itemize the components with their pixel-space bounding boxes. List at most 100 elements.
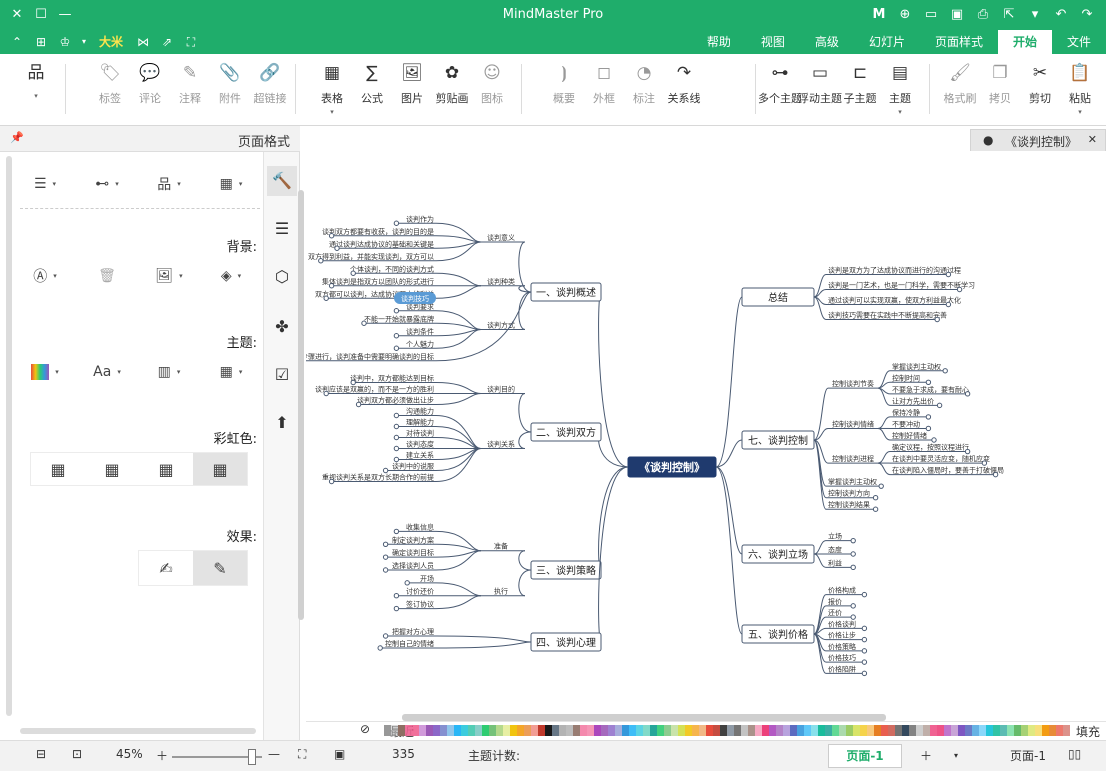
leaf-item[interactable]: 在谈判陷入僵局时，要善于打破僵局 [892,466,1004,475]
color-swatch[interactable] [594,725,601,736]
color-swatch[interactable] [671,725,678,736]
color-swatch[interactable] [1014,725,1021,736]
color-swatch[interactable] [468,725,475,736]
user-menu-caret-icon[interactable]: ▾ [80,32,88,52]
page-format-tab-icon[interactable]: 🔨 [267,166,297,196]
add-icon[interactable]: ⊕ [894,5,916,25]
color-swatch[interactable] [573,725,580,736]
leaf-item[interactable]: 确定谈判目标 [392,548,434,557]
color-swatch[interactable] [958,725,965,736]
pin-icon[interactable]: 📌 [10,131,24,144]
color-swatch[interactable] [629,725,636,736]
dropdown-icon[interactable]: ▾ [1024,5,1046,25]
color-swatch[interactable] [1007,725,1014,736]
connector-style-dropdown[interactable]: ⊷ ▾ [79,174,135,194]
color-swatch[interactable] [937,725,944,736]
color-swatch[interactable] [734,725,741,736]
color-swatch[interactable] [1028,725,1035,736]
color-swatch[interactable] [811,725,818,736]
color-swatch[interactable] [587,725,594,736]
theme-icon[interactable]: ♔ [56,32,74,52]
subtopic-node[interactable]: 执行 [494,587,508,596]
theme-color-dropdown[interactable]: ▾ [17,362,73,382]
leaf-item[interactable]: 谈判作为 [406,214,434,223]
tab-advanced[interactable]: 高级 [800,30,854,54]
color-swatch[interactable] [475,725,482,736]
color-swatch[interactable] [720,725,727,736]
fit-window-icon[interactable]: ⊡ [72,747,82,761]
canvas-vertical-scrollbar[interactable] [298,190,304,620]
color-swatch[interactable] [433,725,440,736]
color-swatch[interactable] [1056,725,1063,736]
tab-help[interactable]: 帮助 [692,30,746,54]
subtopic-node[interactable]: 控制谈判节奏 [832,379,874,388]
no-color-icon[interactable]: ⊘ [360,722,370,736]
color-swatch[interactable] [482,725,489,736]
tab-file[interactable]: 文件 [1052,30,1106,54]
background-image-dropdown[interactable]: 🖼 ▾ [141,266,197,286]
color-swatch[interactable] [461,725,468,736]
main-topic-node[interactable]: 四、谈判心理 [536,636,596,649]
main-topic-node[interactable]: 总结 [768,291,788,304]
watermark-dropdown[interactable]: Ⓐ ▾ [17,266,73,286]
color-swatch[interactable] [930,725,937,736]
paste-button[interactable]: 📋 粘贴 ▾ [1062,62,1098,116]
leaf-item[interactable]: 价格构成 [828,586,856,595]
leaf-item[interactable]: 重视谈判关系是双方长期合作的前提 [322,473,434,482]
leaf-item[interactable]: 不要急于求成，要有耐心 [892,385,969,394]
layout-grid-dropdown[interactable]: ▦ ▾ [203,174,259,194]
attachment-button[interactable]: 📎 附件 [212,62,248,106]
copy-button[interactable]: ❐ 拷贝 [982,62,1018,106]
color-swatch[interactable] [664,725,671,736]
color-swatch[interactable] [895,725,902,736]
central-topic-node[interactable]: 《谈判控制》 [639,460,705,474]
layout-button[interactable]: 品 ▾ [18,62,54,100]
brand-label[interactable]: 大米 [94,32,128,52]
leaf-item[interactable]: 立场 [828,532,842,541]
icon-button[interactable]: ☺ 图标 [474,62,510,106]
tab-home[interactable]: 开始 [997,30,1052,54]
color-swatch[interactable] [825,725,832,736]
color-swatch[interactable] [1063,725,1070,736]
color-swatch[interactable] [776,725,783,736]
color-swatch[interactable] [881,725,888,736]
layout-tree-dropdown[interactable]: 品 ▾ [141,174,197,194]
main-topic-node[interactable]: 六、谈判立场 [748,548,808,561]
leaf-item[interactable]: 谈判是双方为了达成协议而进行的沟通过程 [828,266,961,275]
leaf-item[interactable]: 谈判技巧需要在实践中不断提高和完善 [828,311,947,320]
leaf-item[interactable]: 控制时间 [892,373,920,382]
relationship-button[interactable]: ↷ 关系线 [666,62,702,106]
color-swatch[interactable] [559,725,566,736]
subtopic-node[interactable]: 控制谈判情绪 [832,419,874,428]
share-icon[interactable]: ⋈ [134,32,152,52]
leaf-item[interactable]: 控制自己的情绪 [385,639,434,648]
leaf-item[interactable]: 不能一开始就暴露底牌 [364,314,434,323]
color-swatch[interactable] [615,725,622,736]
main-topic-node[interactable]: 一、谈判概述 [536,286,596,299]
leaf-item[interactable]: 保持冷静 [892,408,920,417]
leaf-item[interactable]: 价格技巧 [828,653,856,662]
leaf-item[interactable]: 谈判态度 [406,440,434,449]
color-swatch[interactable] [916,725,923,736]
color-swatch[interactable] [986,725,993,736]
leaf-item[interactable]: 建立关系 [406,451,434,460]
color-swatch[interactable] [769,725,776,736]
color-swatch[interactable] [1049,725,1056,736]
mindmap-canvas[interactable]: 《谈判控制》 一、谈判概述 谈判意义 谈判作为 谈判双方都要有收获，谈判的目的是 通过谈判… [306,152,1106,714]
add-page-icon[interactable]: ＋ [920,747,932,764]
theme-layout-dropdown[interactable]: ▥ ▾ [141,362,197,382]
leaf-item[interactable]: 价格陷阱 [828,664,856,673]
subtopic-node[interactable]: 谈判种类 [487,277,515,286]
multiple-topics-button[interactable]: ⊶ 多个主题 [758,62,802,106]
list-tab-icon[interactable]: ☰ [267,214,297,244]
export-tab-icon[interactable]: ⬆ [267,408,297,438]
color-swatch[interactable] [678,725,685,736]
task-tab-icon[interactable]: ☑ [267,360,297,390]
note-button[interactable]: ✎ 注释 [172,62,208,106]
leaf-item[interactable]: 谈判双方都要有收获，谈判的目的是 [322,227,434,236]
boundary-button[interactable]: ◻ 外框 [586,62,622,106]
main-topic-node[interactable]: 五、谈判价格 [748,628,808,641]
leaf-item[interactable]: 掌握谈判主动权 [828,477,877,486]
color-swatch[interactable] [790,725,797,736]
leaf-item[interactable]: 通过谈判可以实现双赢，使双方利益最大化 [828,296,961,305]
